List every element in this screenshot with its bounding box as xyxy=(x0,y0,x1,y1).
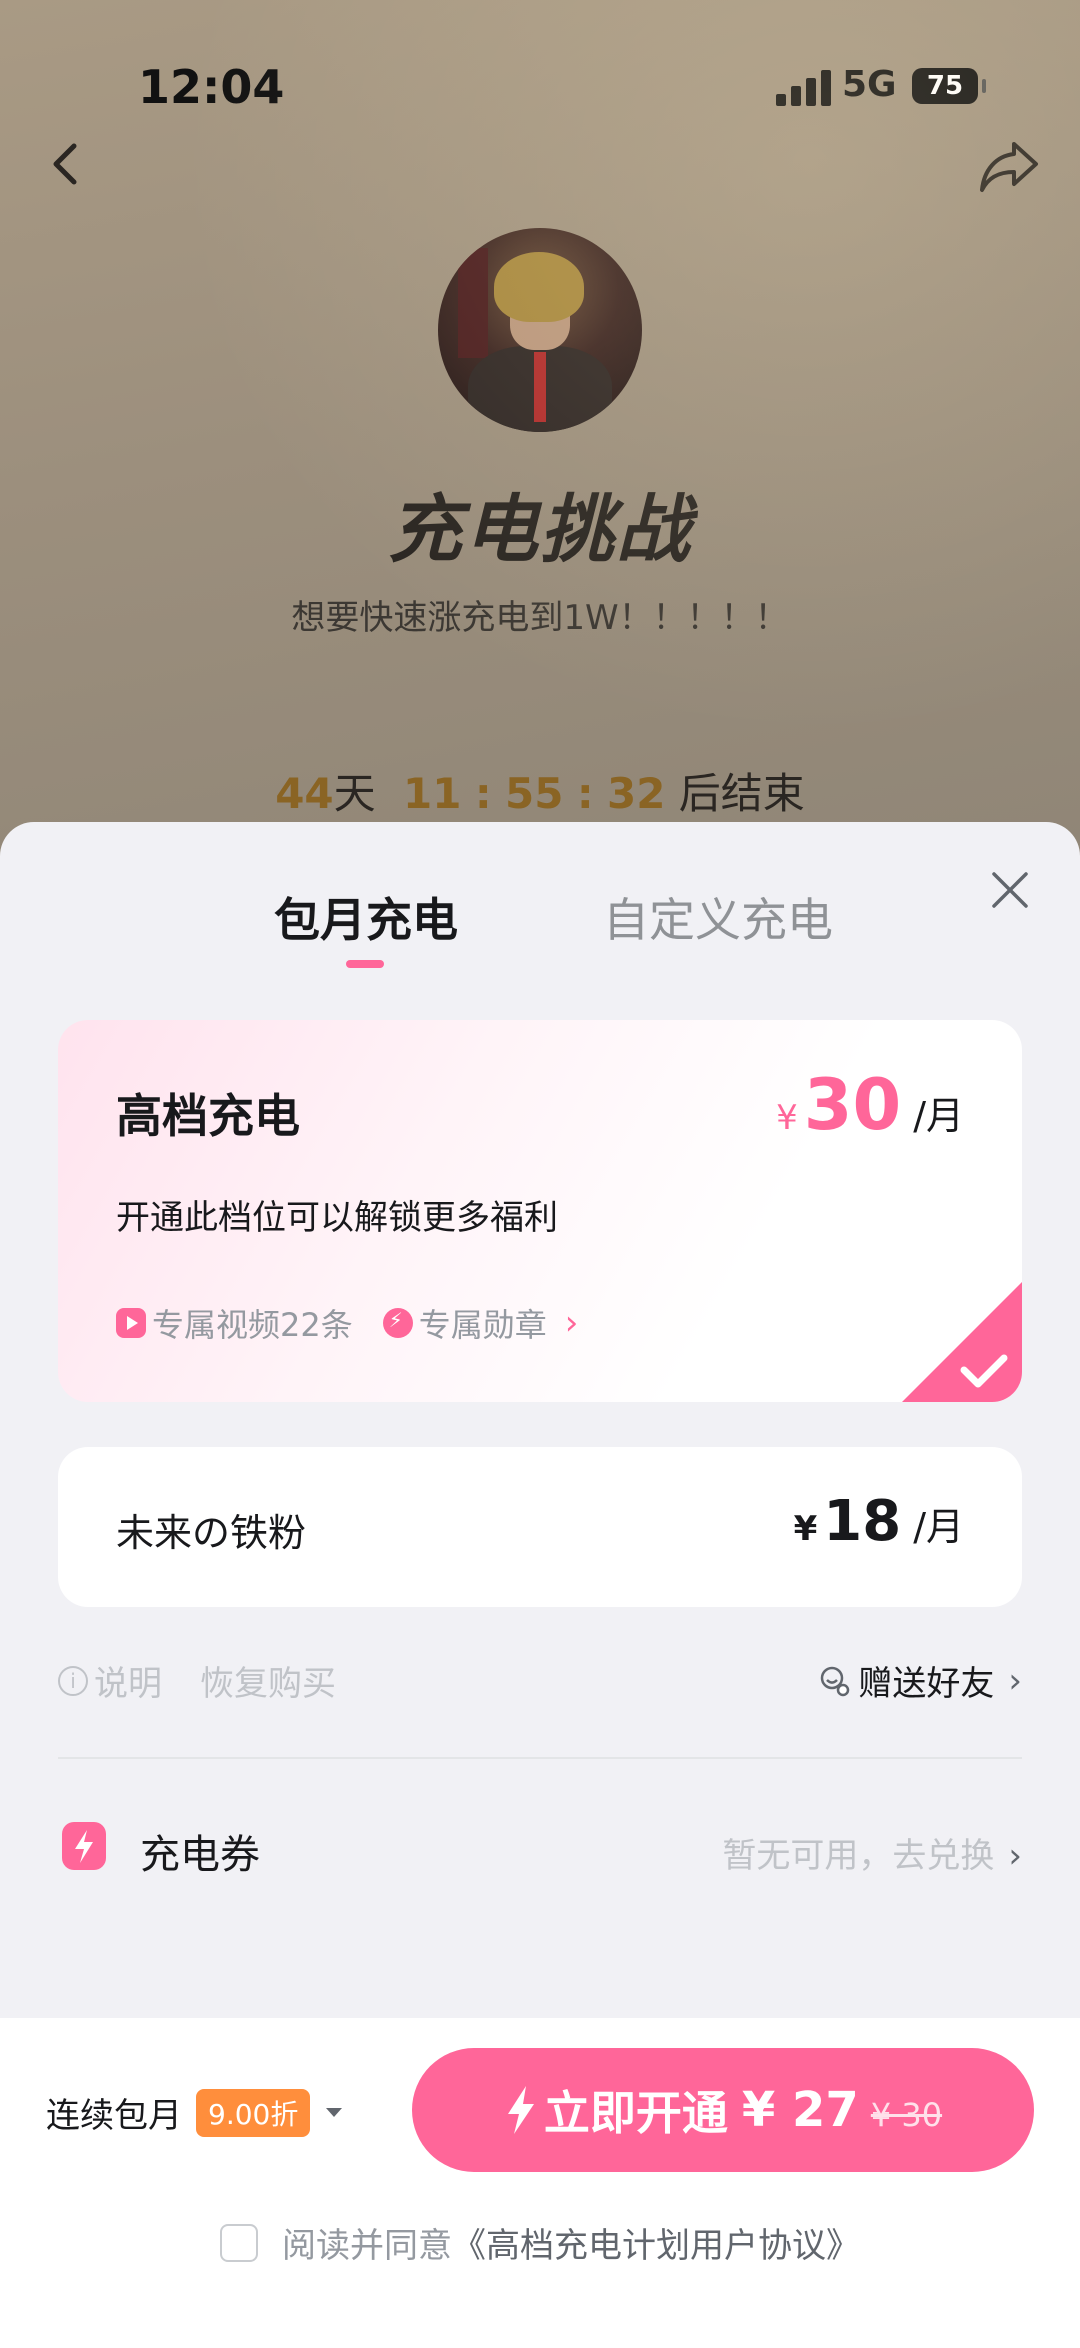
original-price: ¥ 30 xyxy=(870,2096,943,2134)
tab-custom[interactable]: 自定义充电 xyxy=(603,884,833,950)
countdown-suffix: 后结束 xyxy=(678,769,805,818)
page-subtitle: 想要快速涨充电到1W！！！！！ xyxy=(291,598,789,638)
perk-label: 专属视频22条 xyxy=(152,1306,353,1344)
tab-indicator xyxy=(346,960,384,968)
countdown-days: 44 xyxy=(275,769,334,818)
network-type: 5G xyxy=(842,64,897,105)
voucher-redeem-link[interactable]: 暂无可用，去兑换 › xyxy=(722,1828,1022,1877)
voucher-icon xyxy=(62,1822,106,1870)
subscribe-button[interactable]: 立即开通 ¥ 27 ¥ 30 xyxy=(412,2048,1034,2172)
countdown-minutes: 55 xyxy=(505,769,564,818)
countdown-seconds: 32 xyxy=(606,769,666,818)
plan-description: 开通此档位可以解锁更多福利 xyxy=(116,1198,558,1238)
info-icon: i xyxy=(58,1665,88,1696)
footer-links: i 说明 恢复购买 xyxy=(58,1656,336,1705)
countdown-hours: 11 xyxy=(403,769,462,818)
subscribe-label: 立即开通 xyxy=(543,2086,728,2140)
back-arrow-icon[interactable] xyxy=(44,140,84,188)
agreement-prefix: 阅读并同意 xyxy=(282,2226,452,2266)
page-title: 充电挑战 xyxy=(388,487,692,573)
battery-icon: 75 xyxy=(912,68,986,104)
voucher-status: 暂无可用，去兑换 xyxy=(722,1836,995,1876)
discount-badge: 9.00折 xyxy=(196,2088,311,2137)
chevron-right-icon: › xyxy=(564,1303,579,1343)
agreement: 阅读并同意 《高档充电计划用户协议》 xyxy=(0,2218,1080,2267)
chevron-right-icon: › xyxy=(1008,1660,1022,1701)
share-icon[interactable] xyxy=(978,138,1040,194)
countdown-sep: : xyxy=(474,769,492,818)
info-link[interactable]: 说明 xyxy=(94,1656,162,1705)
countdown-day-unit: 天 xyxy=(333,769,376,818)
plan-card-premium[interactable]: 高档充电 ¥30/月 开通此档位可以解锁更多福利 专属视频22条 专属勋章 › xyxy=(58,1020,1022,1402)
background-page: 12:04 5G 75 充电挑战 想要快速涨充电到1W！！！！！ 44天 11 … xyxy=(0,0,1080,900)
bolt-icon xyxy=(507,2086,534,2134)
bottom-bar: 连续包月 9.00折 立即开通 ¥ 27 ¥ 30 阅读并同意 《高档充电计划用… xyxy=(0,2018,1080,2348)
video-icon xyxy=(116,1308,146,1338)
plan-name: 未来の铁粉 xyxy=(116,1511,307,1555)
status-bar: 12:04 5G 75 xyxy=(0,0,1080,160)
tab-monthly[interactable]: 包月充电 xyxy=(274,884,458,950)
avatar xyxy=(438,228,642,432)
renew-label: 连续包月 xyxy=(46,2096,182,2136)
chevron-right-icon: › xyxy=(1008,1836,1022,1876)
plan-price: ¥30/月 xyxy=(776,1064,964,1146)
divider xyxy=(58,1757,1022,1759)
gift-friend-icon xyxy=(821,1666,850,1696)
plan-price: ¥18/月 xyxy=(793,1489,964,1554)
gift-friend-button[interactable]: 赠送好友 › xyxy=(818,1656,1022,1705)
countdown-sep: : xyxy=(576,769,594,818)
signal-icon xyxy=(776,70,832,106)
selected-check-icon xyxy=(902,1282,1022,1402)
plan-name: 高档充电 xyxy=(116,1089,300,1143)
agreement-checkbox[interactable] xyxy=(220,2223,258,2262)
status-time: 12:04 xyxy=(138,60,285,114)
plan-perks[interactable]: 专属视频22条 专属勋章 › xyxy=(116,1300,578,1346)
renew-option[interactable]: 连续包月 9.00折 xyxy=(46,2088,343,2137)
subscribe-price: ¥ 27 xyxy=(741,2082,859,2138)
agreement-link[interactable]: 《高档充电计划用户协议》 xyxy=(452,2218,860,2267)
close-icon[interactable] xyxy=(990,870,1030,910)
restore-purchase-link[interactable]: 恢复购买 xyxy=(200,1656,336,1705)
perk-label: 专属勋章 xyxy=(418,1306,547,1344)
countdown: 44天 11 : 55 : 32 后结束 xyxy=(0,760,1080,821)
gift-friend-label: 赠送好友 xyxy=(858,1664,995,1704)
plan-card-fan[interactable]: 未来の铁粉 ¥18/月 xyxy=(58,1447,1022,1607)
caret-down-icon xyxy=(326,2108,343,2117)
badge-icon xyxy=(382,1308,413,1338)
voucher-label[interactable]: 充电券 xyxy=(140,1822,260,1880)
